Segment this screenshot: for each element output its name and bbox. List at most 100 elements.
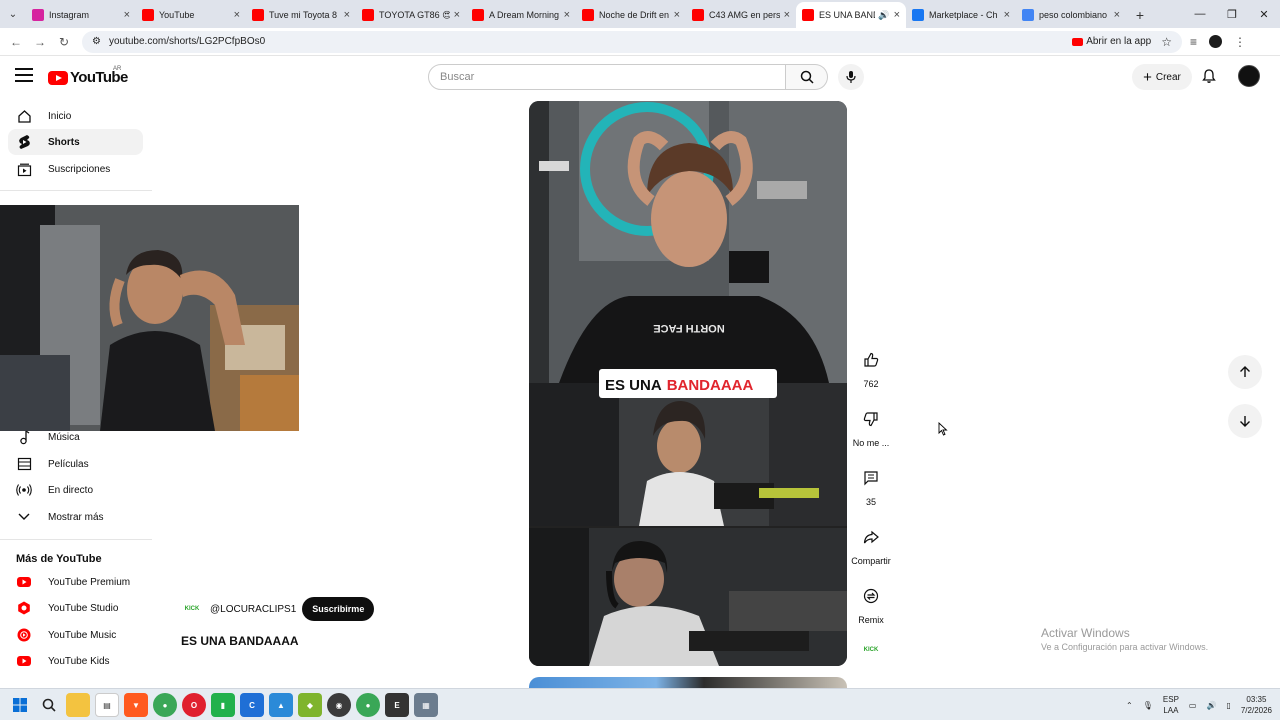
tab-audio-icon[interactable]: 🔊 [878, 10, 889, 21]
channel-avatar[interactable]: KICK [181, 598, 203, 620]
media-control-icon[interactable]: ≡ [1190, 35, 1197, 49]
sidebar-item-youtube-music[interactable]: YouTube Music [8, 622, 143, 648]
android-app-icon[interactable]: ◆ [298, 693, 322, 717]
photos-app-icon[interactable]: ▲ [269, 693, 293, 717]
site-info-icon[interactable]: ⚙ [92, 36, 101, 47]
sidebar-item-shorts[interactable]: Shorts [8, 129, 143, 155]
dislike-button[interactable]: No me ... [851, 404, 891, 448]
sidebar-item-youtube-kids[interactable]: YouTube Kids [8, 648, 143, 674]
like-button[interactable]: 762 [851, 345, 891, 389]
forward-icon[interactable]: → [28, 35, 52, 49]
c-app-icon[interactable]: C [240, 693, 264, 717]
chrome-profile-icon[interactable]: ● [356, 693, 380, 717]
remix-icon [863, 588, 879, 604]
close-tab-icon[interactable]: × [784, 9, 790, 21]
close-tab-icon[interactable]: × [564, 9, 570, 21]
url-text[interactable]: youtube.com/shorts/LG2PCfpBOs0 [109, 36, 1072, 47]
browser-tab[interactable]: A Dream Morning × [466, 2, 576, 28]
browser-tab[interactable]: Marketplace - Ch × [906, 2, 1016, 28]
sidebar-item-home[interactable]: Inicio [8, 103, 143, 129]
sidebar-item-youtube-studio[interactable]: YouTube Studio [8, 595, 143, 621]
close-tab-icon[interactable]: × [344, 9, 350, 21]
browser-tab[interactable]: C43 AMG en pers × [686, 2, 796, 28]
close-tab-icon[interactable]: × [1004, 9, 1010, 21]
microphone-icon[interactable]: 🎙 [1143, 701, 1153, 710]
tab-search-chevron-icon[interactable]: ⌄ [0, 0, 26, 28]
close-tab-icon[interactable]: × [674, 9, 680, 21]
spreadsheet-app-icon[interactable]: ▮ [211, 693, 235, 717]
browser-tab[interactable]: Noche de Drift en × [576, 2, 686, 28]
next-short-button[interactable] [1228, 404, 1262, 438]
browser-tab[interactable]: TOYOTA GT86 😍 × [356, 2, 466, 28]
picture-in-picture-video[interactable] [0, 205, 299, 431]
youtube-logo[interactable]: YouTube AR [48, 66, 128, 86]
bookmark-star-icon[interactable]: ☆ [1161, 35, 1172, 49]
search-icon[interactable] [37, 693, 61, 717]
media-app-icon[interactable]: ◉ [327, 693, 351, 717]
chrome-icon[interactable]: ● [153, 693, 177, 717]
close-tab-icon[interactable]: × [1114, 9, 1120, 21]
short-video-player[interactable]: NORTH FACE ES UNA BANDAAAA [529, 101, 847, 666]
sidebar-item-show-more[interactable]: Mostrar más [8, 504, 143, 530]
sidebar-item-movies[interactable]: Películas [8, 451, 143, 477]
opera-icon[interactable]: O [182, 693, 206, 717]
tab-title: Noche de Drift en [599, 10, 670, 20]
tray-chevron-up-icon[interactable]: ⌃ [1126, 701, 1133, 710]
volume-icon[interactable]: 🔊 [1206, 701, 1216, 710]
browser-tab[interactable]: ES UNA BAND 🔊 × [796, 2, 906, 28]
channel-handle[interactable]: @LOCURACLIPS1 [210, 604, 296, 615]
audio-source-thumbnail[interactable]: KICK [851, 647, 891, 653]
profile-avatar[interactable] [1209, 35, 1223, 48]
close-tab-icon[interactable]: × [124, 9, 130, 21]
youtube-play-icon [48, 70, 68, 85]
youtube-studio-icon [16, 600, 32, 616]
omnibox[interactable]: ⚙ youtube.com/shorts/LG2PCfpBOs0 Abrir e… [82, 30, 1182, 53]
new-tab-button[interactable]: + [1126, 2, 1154, 28]
hamburger-menu-icon[interactable] [15, 68, 33, 82]
battery-icon[interactable]: ▯ [1226, 701, 1230, 710]
subscribe-button[interactable]: Suscribirme [302, 597, 375, 621]
home-icon [16, 108, 32, 124]
search-input[interactable]: Buscar [428, 64, 786, 90]
create-button[interactable]: + Crear [1132, 64, 1192, 90]
browser-tab[interactable]: Instagram × [26, 2, 136, 28]
file-explorer-icon[interactable] [66, 693, 90, 717]
sidebar-item-youtube-premium[interactable]: YouTube Premium [8, 569, 143, 595]
epic-games-icon[interactable]: E [385, 693, 409, 717]
browser-tab[interactable]: YouTube × [136, 2, 246, 28]
close-tab-icon[interactable]: × [234, 9, 240, 21]
short-title[interactable]: ES UNA BANDAAAA [181, 634, 299, 648]
sidebar-item-live[interactable]: En directo [8, 477, 143, 503]
notifications-bell-icon[interactable] [1201, 68, 1217, 89]
calculator-icon[interactable]: ▦ [414, 693, 438, 717]
input-language[interactable]: ESP LAA [1163, 694, 1179, 716]
close-window-icon[interactable]: ✕ [1248, 0, 1280, 28]
minimize-icon[interactable]: — [1184, 0, 1216, 28]
reload-icon[interactable]: ↻ [52, 35, 76, 49]
share-button[interactable]: Compartir [851, 522, 891, 566]
brave-browser-icon[interactable]: ▼ [124, 693, 148, 717]
network-icon[interactable]: ▭ [1189, 701, 1197, 710]
back-icon[interactable]: ← [4, 35, 28, 49]
search-button[interactable] [786, 64, 828, 90]
next-short-preview[interactable] [529, 677, 847, 688]
notepad-icon[interactable]: ▤ [95, 693, 119, 717]
youtube-icon [472, 9, 484, 21]
comments-button[interactable]: 35 [851, 463, 891, 507]
account-avatar[interactable] [1238, 65, 1260, 87]
browser-tab[interactable]: Tuve mi Toyota 8 × [246, 2, 356, 28]
clock[interactable]: 03:35 7/2/2026 [1241, 694, 1272, 716]
windows-start-icon[interactable] [8, 693, 32, 717]
open-in-app-button[interactable]: Abrir en la app [1072, 36, 1151, 47]
restore-icon[interactable]: ❐ [1216, 0, 1248, 28]
previous-short-button[interactable] [1228, 355, 1262, 389]
sidebar-item-subscriptions[interactable]: Suscripciones [8, 156, 143, 182]
close-tab-icon[interactable]: × [894, 9, 900, 21]
browser-menu-icon[interactable]: ⋮ [1234, 35, 1246, 49]
voice-search-button[interactable] [838, 64, 864, 90]
close-tab-icon[interactable]: × [454, 9, 460, 21]
browser-tab[interactable]: peso colombiano × [1016, 2, 1126, 28]
remix-button[interactable]: Remix [851, 581, 891, 625]
instagram-icon [32, 9, 44, 21]
search-icon [800, 70, 814, 84]
